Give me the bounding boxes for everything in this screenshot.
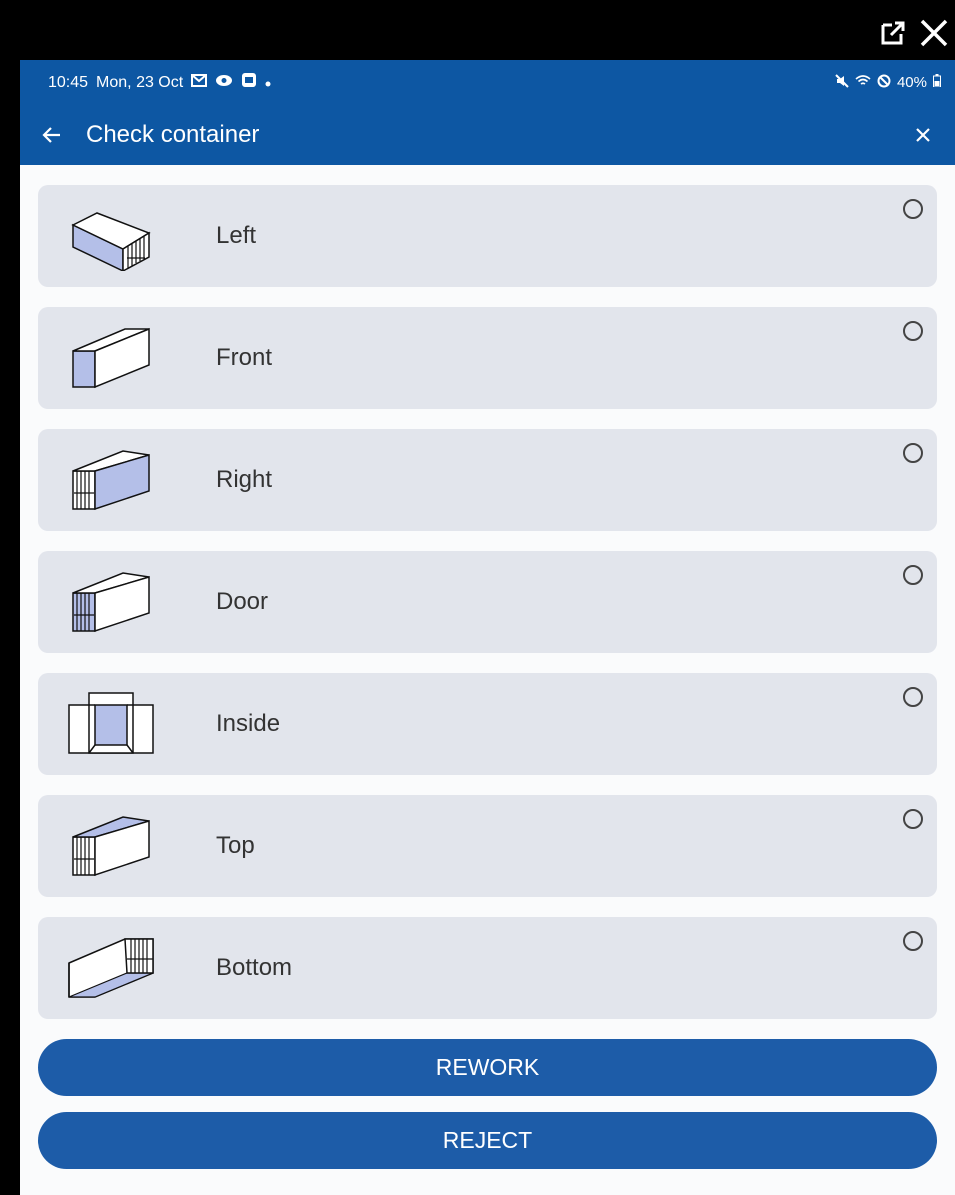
battery-level: 40% — [896, 74, 927, 91]
option-radio[interactable] — [903, 199, 923, 219]
container-front-icon — [60, 318, 160, 398]
wifi-icon — [855, 74, 871, 91]
option-radio[interactable] — [903, 443, 923, 463]
option-radio[interactable] — [903, 565, 923, 585]
option-radio[interactable] — [903, 321, 923, 341]
window-frame — [0, 0, 955, 60]
container-bottom-icon — [60, 928, 160, 1008]
open-external-icon[interactable] — [879, 19, 907, 47]
option-right[interactable]: Right — [38, 429, 937, 531]
option-radio[interactable] — [903, 687, 923, 707]
status-time: 10:45 — [48, 73, 89, 91]
device-screen: 10:45 Mon, 23 Oct 40% Check container Le… — [20, 60, 955, 1195]
option-top[interactable]: Top — [38, 795, 937, 897]
option-label: Left — [216, 222, 257, 249]
rework-button[interactable]: REWORK — [38, 1039, 937, 1096]
container-inside-icon — [60, 684, 160, 764]
status-bar: 10:45 Mon, 23 Oct 40% — [20, 60, 955, 105]
option-label: Front — [216, 344, 273, 371]
close-button[interactable] — [909, 121, 937, 149]
mail-icon — [191, 73, 208, 92]
dnd-icon — [877, 74, 891, 92]
eye-icon — [215, 74, 233, 92]
app-bar: Check container — [20, 105, 955, 165]
option-door[interactable]: Door — [38, 551, 937, 653]
screen-mirror-icon — [241, 72, 257, 93]
page-title: Check container — [86, 121, 260, 148]
option-label: Bottom — [216, 954, 293, 981]
container-door-icon — [60, 562, 160, 642]
container-left-icon — [60, 196, 160, 276]
option-radio[interactable] — [903, 809, 923, 829]
reject-button[interactable]: REJECT — [38, 1112, 937, 1169]
back-arrow-icon[interactable] — [38, 121, 66, 149]
option-label: Top — [216, 832, 255, 859]
container-right-icon — [60, 440, 160, 520]
option-radio[interactable] — [903, 931, 923, 951]
container-top-icon — [60, 806, 160, 886]
option-inside[interactable]: Inside — [38, 673, 937, 775]
option-left[interactable]: Left — [38, 185, 937, 287]
option-label: Right — [216, 466, 273, 493]
option-label: Door — [216, 588, 269, 615]
dot-icon — [265, 74, 271, 92]
close-icon[interactable] — [919, 18, 949, 48]
option-front[interactable]: Front — [38, 307, 937, 409]
side-option-list: Left Front Right Door Inside Top Bottom — [20, 165, 955, 1019]
battery-icon — [933, 74, 941, 91]
option-bottom[interactable]: Bottom — [38, 917, 937, 1019]
option-label: Inside — [216, 710, 281, 737]
mute-icon — [835, 73, 849, 92]
status-date: Mon, 23 Oct — [96, 73, 184, 91]
